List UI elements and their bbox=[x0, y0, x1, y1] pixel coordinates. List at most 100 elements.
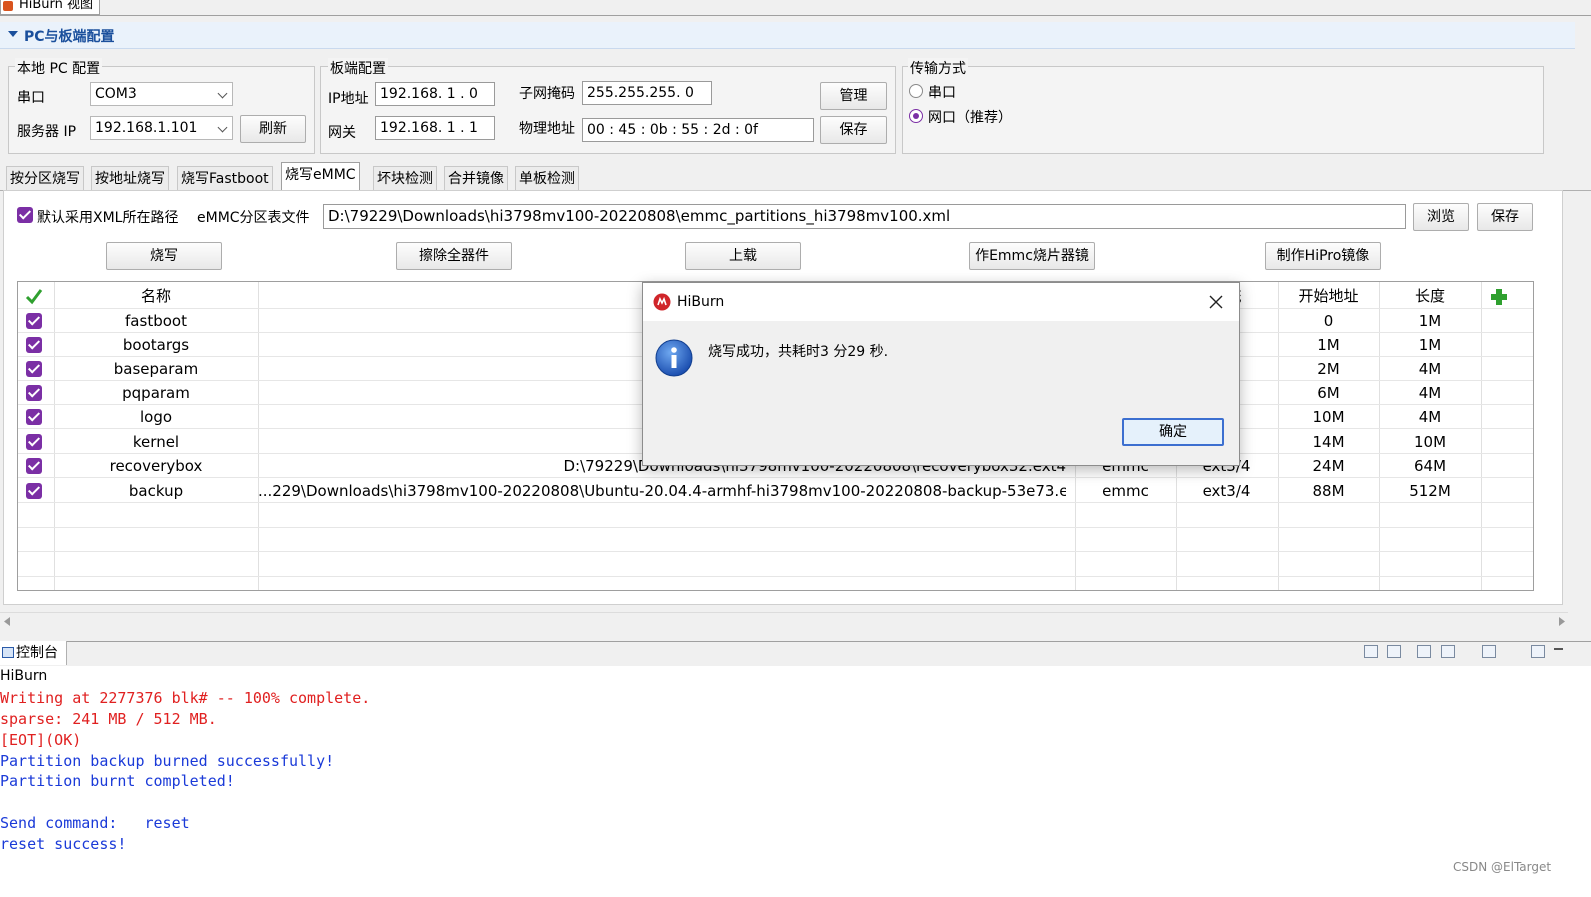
row-length: 64M bbox=[1413, 457, 1447, 475]
chevron-down-icon bbox=[217, 88, 228, 99]
maximize-view-icon[interactable] bbox=[1554, 648, 1563, 650]
table-file-field[interactable]: D:\79229\Downloads\hi3798mv100-20220808\… bbox=[323, 204, 1406, 229]
console-line: sparse: 241 MB / 512 MB. bbox=[0, 710, 217, 728]
make-hipro-image-button[interactable]: 制作HiPro镜像 bbox=[1265, 242, 1381, 270]
row-checkbox[interactable] bbox=[26, 434, 42, 450]
col-name: 名称 bbox=[140, 287, 171, 305]
emmc-save-button[interactable]: 保存 bbox=[1477, 203, 1533, 231]
local-pc-legend: 本地 PC 配置 bbox=[15, 58, 103, 78]
console-header: HiBurn bbox=[0, 668, 48, 684]
subnet-mask-field[interactable]: 255.255.255. 0 bbox=[582, 81, 712, 105]
refresh-button[interactable]: 刷新 bbox=[240, 115, 306, 143]
network-radio[interactable] bbox=[909, 109, 923, 123]
row-name: backup bbox=[128, 482, 184, 500]
row-name: baseparam bbox=[113, 360, 199, 378]
subnet-label: 子网掩码 bbox=[519, 86, 575, 102]
row-checkbox[interactable] bbox=[26, 385, 42, 401]
tab-fastboot-burn[interactable]: 烧写Fastboot bbox=[177, 166, 273, 190]
dialog-ok-button[interactable]: 确定 bbox=[1122, 418, 1224, 446]
table-row[interactable]: backup ...229\Downloads\hi3798mv100-2022… bbox=[18, 479, 1533, 503]
watermark: CSDN @ElTarget bbox=[1453, 860, 1552, 874]
table-row-empty bbox=[18, 504, 1533, 528]
mac-label: 物理地址 bbox=[519, 121, 575, 137]
browse-button[interactable]: 浏览 bbox=[1413, 203, 1469, 231]
add-row-icon[interactable] bbox=[1490, 288, 1508, 306]
server-ip-label: 服务器 IP bbox=[17, 124, 77, 140]
section-header[interactable]: PC与板端配置 bbox=[0, 22, 1575, 49]
gateway-field[interactable]: 192.168. 1 . 1 bbox=[375, 116, 495, 140]
mac-address-field[interactable]: 00 : 45 : 0b : 55 : 2d : 0f bbox=[582, 118, 814, 142]
horizontal-scrollbar[interactable] bbox=[0, 612, 1568, 630]
scroll-lock-icon[interactable] bbox=[1387, 645, 1401, 658]
row-checkbox[interactable] bbox=[26, 409, 42, 425]
row-length: 1M bbox=[1418, 312, 1442, 330]
scroll-left-icon[interactable] bbox=[3, 617, 11, 626]
make-emmc-image-button[interactable]: 作Emmc烧片器镜 bbox=[969, 242, 1095, 270]
col-length: 长度 bbox=[1414, 287, 1445, 305]
row-start: 6M bbox=[1317, 384, 1340, 402]
row-start: 1M bbox=[1317, 336, 1340, 354]
row-checkbox[interactable] bbox=[26, 361, 42, 377]
check-all-icon[interactable] bbox=[25, 288, 43, 305]
console-output[interactable]: HiBurn Writing at 2277376 blk# -- 100% c… bbox=[0, 666, 1591, 897]
manage-button[interactable]: 管理 bbox=[820, 82, 887, 110]
table-file-label: eMMC分区表文件 bbox=[197, 210, 310, 226]
console-toolbar bbox=[0, 641, 1591, 667]
console-line: [EOT](OK) bbox=[0, 731, 82, 749]
console-icon bbox=[2, 647, 14, 658]
close-icon[interactable] bbox=[1209, 295, 1223, 309]
pin-console-icon[interactable] bbox=[1417, 645, 1431, 658]
open-console-icon[interactable] bbox=[1482, 645, 1496, 658]
console-line: Writing at 2277376 blk# -- 100% complete… bbox=[0, 689, 371, 707]
upload-button[interactable]: 上载 bbox=[685, 242, 801, 270]
hiburn-app-icon bbox=[653, 293, 671, 311]
board-save-button[interactable]: 保存 bbox=[820, 116, 887, 144]
row-length: 4M bbox=[1418, 408, 1442, 426]
tab-address-burn[interactable]: 按地址烧写 bbox=[91, 166, 169, 190]
row-checkbox[interactable] bbox=[26, 458, 42, 474]
view-tab-hiburn[interactable]: HiBurn 视图 bbox=[0, 0, 101, 15]
row-checkbox[interactable] bbox=[26, 337, 42, 353]
row-checkbox[interactable] bbox=[26, 483, 42, 499]
erase-all-button[interactable]: 擦除全器件 bbox=[396, 242, 512, 270]
row-name: kernel bbox=[132, 433, 180, 451]
dialog-titlebar: HiBurn bbox=[643, 283, 1239, 321]
minimize-view-icon[interactable] bbox=[1531, 645, 1545, 658]
use-xml-path-checkbox[interactable] bbox=[17, 207, 33, 223]
display-console-icon[interactable] bbox=[1441, 645, 1455, 658]
row-checkbox[interactable] bbox=[26, 313, 42, 329]
row-name: bootargs bbox=[122, 336, 190, 354]
scroll-right-icon[interactable] bbox=[1558, 617, 1566, 626]
tab-board-check[interactable]: 单板检测 bbox=[515, 166, 579, 190]
serial-port-select[interactable]: COM3 bbox=[90, 82, 233, 106]
row-start: 10M bbox=[1312, 408, 1345, 426]
serial-label: 串口 bbox=[17, 90, 45, 106]
console-tab[interactable]: 控制台 bbox=[0, 641, 67, 665]
serial-port-value: COM3 bbox=[95, 86, 137, 102]
row-start: 24M bbox=[1312, 457, 1345, 475]
table-row-empty bbox=[18, 528, 1533, 552]
row-fs: ext3/4 bbox=[1202, 482, 1251, 500]
board-legend: 板端配置 bbox=[328, 58, 388, 78]
tab-merge-image[interactable]: 合并镜像 bbox=[444, 166, 508, 190]
section-title: PC与板端配置 bbox=[24, 29, 115, 45]
dialog-title: HiBurn bbox=[677, 294, 725, 310]
serial-radio[interactable] bbox=[909, 84, 923, 98]
transport-legend: 传输方式 bbox=[908, 58, 968, 78]
collapse-triangle-icon[interactable] bbox=[8, 31, 18, 37]
burn-button[interactable]: 烧写 bbox=[106, 242, 222, 270]
row-device: emmc bbox=[1102, 482, 1149, 500]
col-start: 开始地址 bbox=[1298, 287, 1359, 305]
clear-console-icon[interactable] bbox=[1364, 645, 1378, 658]
row-file[interactable]: ...229\Downloads\hi3798mv100-20220808\Ub… bbox=[258, 479, 1066, 503]
tab-bad-block-check[interactable]: 坏块检测 bbox=[373, 166, 437, 190]
ip-label: IP地址 bbox=[328, 91, 369, 107]
ip-address-field[interactable]: 192.168. 1 . 0 bbox=[375, 82, 495, 106]
chevron-down-icon bbox=[217, 122, 228, 133]
console-tab-label: 控制台 bbox=[16, 645, 58, 661]
row-start: 2M bbox=[1317, 360, 1340, 378]
tab-emmc-burn[interactable]: 烧写eMMC bbox=[281, 162, 360, 191]
tab-partition-burn[interactable]: 按分区烧写 bbox=[6, 166, 84, 190]
server-ip-select[interactable]: 192.168.1.101 bbox=[90, 116, 233, 140]
use-xml-path-label: 默认采用XML所在路径 bbox=[37, 210, 179, 226]
